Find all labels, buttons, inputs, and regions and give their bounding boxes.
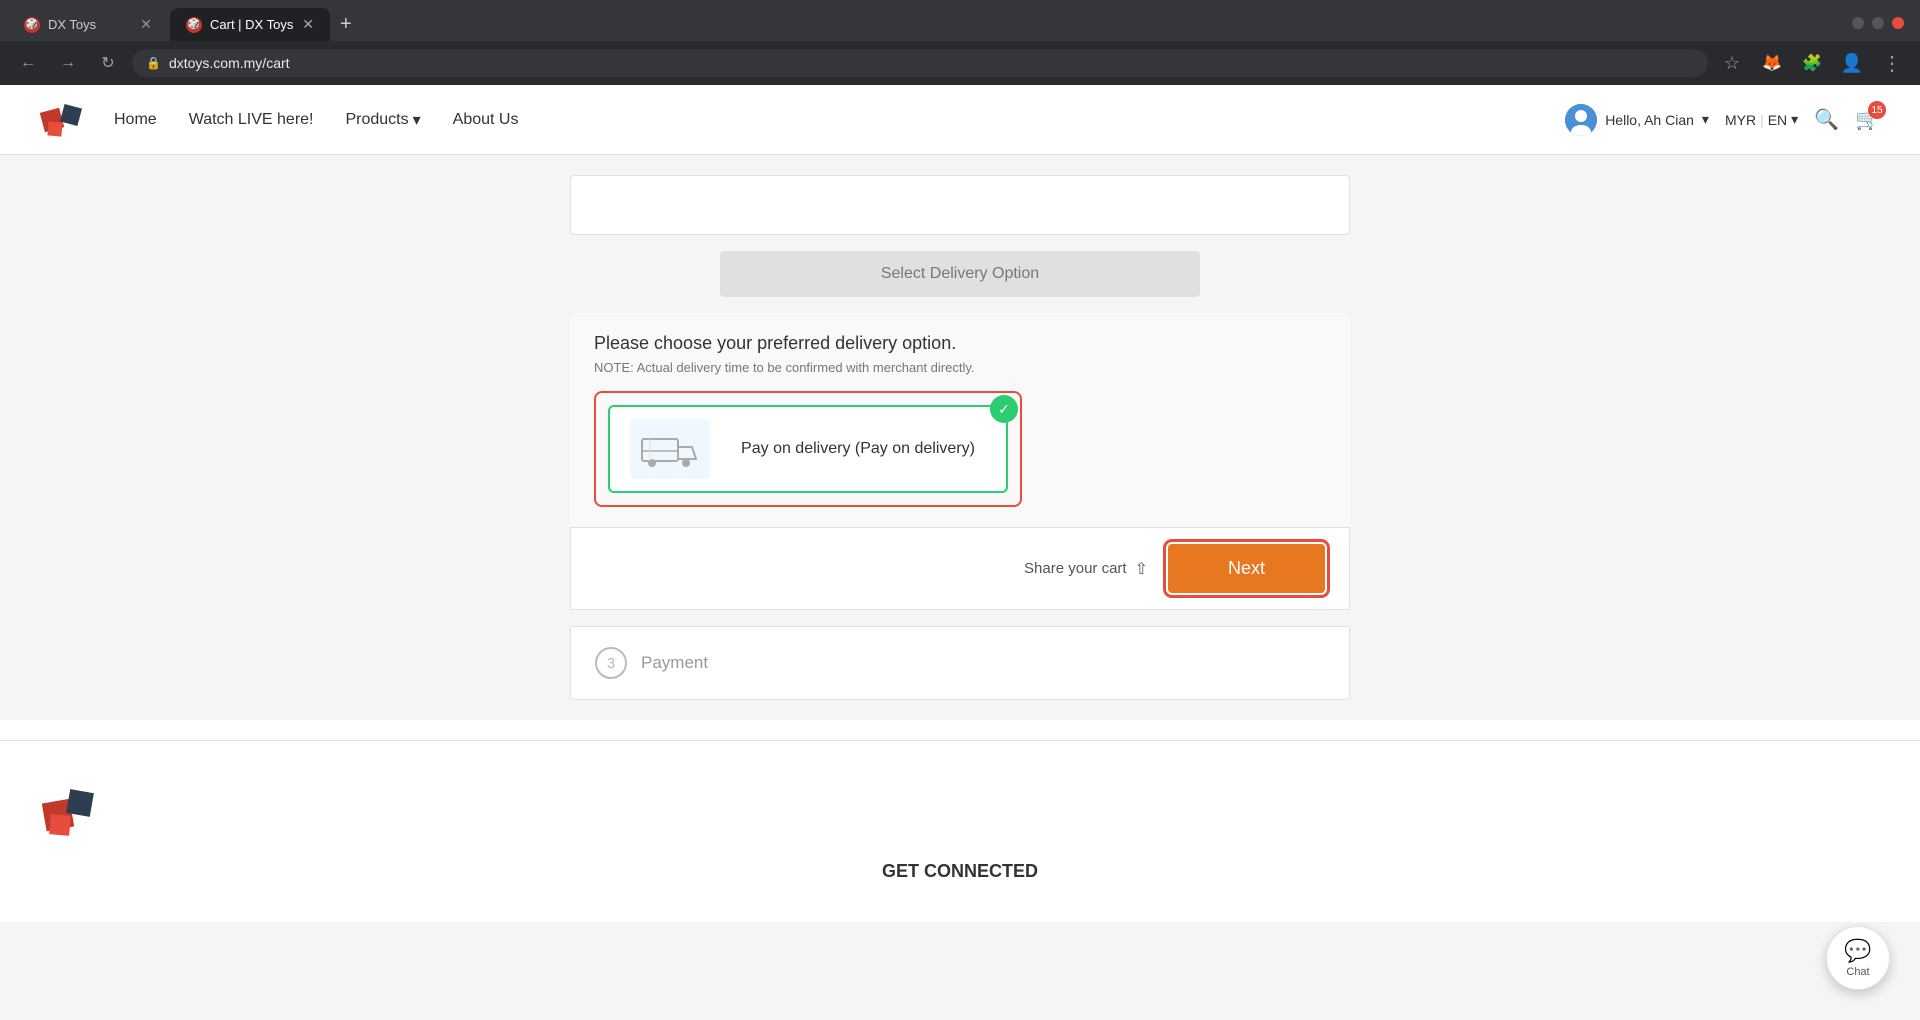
step-number-circle: 3	[595, 647, 627, 679]
chat-icon: 💬	[1844, 938, 1871, 964]
site-container: Home Watch LIVE here! Products ▾ About U…	[0, 85, 1920, 922]
tab-favicon-2: 🎲	[186, 17, 202, 33]
tab-bar: 🎲 DX Toys ✕ 🎲 Cart | DX Toys ✕ +	[0, 0, 1920, 41]
address-text: dxtoys.com.my/cart	[169, 55, 290, 71]
next-button[interactable]: Next	[1168, 544, 1325, 593]
share-icon: ⇧	[1135, 559, 1148, 579]
tab-dx-toys[interactable]: 🎲 DX Toys ✕	[8, 8, 168, 41]
site-footer: GET CONNECTED	[0, 740, 1920, 922]
lock-icon: 🔒	[146, 56, 161, 70]
user-greeting[interactable]: Hello, Ah Cian ▾	[1565, 104, 1709, 136]
lang-dropdown-icon: ▾	[1791, 111, 1798, 128]
nav-products[interactable]: Products ▾	[345, 110, 420, 130]
chevron-down-icon: ▾	[413, 110, 421, 130]
payment-step: 3 Payment	[570, 626, 1350, 700]
action-bar: Share your cart ⇧ Next	[570, 527, 1350, 610]
tab-close-1[interactable]: ✕	[140, 16, 152, 33]
toolbar-right: ☆ 🦊 🧩 👤 ⋮	[1716, 47, 1908, 79]
tab-close-2[interactable]: ✕	[302, 16, 314, 33]
search-icon: 🔍	[1814, 109, 1839, 131]
delivery-section: Please choose your preferred delivery op…	[570, 313, 1350, 527]
currency-lang[interactable]: MYR | EN ▾	[1725, 111, 1798, 128]
chat-widget[interactable]: 💬 Chat	[1826, 926, 1890, 990]
tab-favicon-1: 🎲	[24, 17, 40, 33]
delivery-option-label: Pay on delivery (Pay on delivery)	[730, 440, 986, 458]
delivery-option-card[interactable]: Pay on delivery (Pay on delivery) ✓	[608, 405, 1008, 493]
nav-products-label: Products	[345, 111, 408, 129]
tab-label-2: Cart | DX Toys	[210, 17, 293, 32]
header-right: Hello, Ah Cian ▾ MYR | EN ▾ 🔍 🛒 15	[1565, 104, 1880, 136]
top-section-box	[570, 175, 1350, 235]
share-cart[interactable]: Share your cart ⇧	[1024, 559, 1148, 579]
truck-icon	[640, 429, 700, 469]
currency-lang-divider: |	[1760, 112, 1764, 128]
footer-logo	[40, 781, 100, 841]
delivery-note: NOTE: Actual delivery time to be confirm…	[594, 360, 1326, 375]
minimize-btn[interactable]	[1852, 17, 1864, 29]
chat-label: Chat	[1846, 966, 1869, 978]
menu-icon[interactable]: ⋮	[1876, 47, 1908, 79]
currency-label: MYR	[1725, 112, 1756, 128]
payment-step-label: Payment	[641, 653, 708, 673]
maximize-btn[interactable]	[1872, 17, 1884, 29]
logo-icon	[40, 98, 84, 142]
nav-about-us[interactable]: About Us	[453, 111, 519, 129]
greeting-text: Hello, Ah Cian	[1605, 112, 1694, 128]
browser-toolbar: ← → ↻ 🔒 dxtoys.com.my/cart ☆ 🦊 🧩 👤 ⋮	[0, 41, 1920, 85]
language-label: EN	[1768, 112, 1787, 128]
share-label: Share your cart	[1024, 560, 1127, 577]
delivery-title: Please choose your preferred delivery op…	[594, 333, 1326, 354]
close-btn[interactable]	[1892, 17, 1904, 29]
site-logo[interactable]	[40, 98, 84, 142]
cart-badge: 15	[1868, 101, 1886, 119]
nav-home[interactable]: Home	[114, 111, 157, 129]
site-header: Home Watch LIVE here! Products ▾ About U…	[0, 85, 1920, 155]
main-nav: Home Watch LIVE here! Products ▾ About U…	[114, 110, 518, 130]
profile-icon[interactable]: 👤	[1836, 47, 1868, 79]
new-tab-button[interactable]: +	[332, 9, 360, 40]
nav-watch-live[interactable]: Watch LIVE here!	[189, 111, 314, 129]
extension-icon-1[interactable]: 🦊	[1756, 47, 1788, 79]
browser-chrome: 🎲 DX Toys ✕ 🎲 Cart | DX Toys ✕ + ← → ↻ 🔒…	[0, 0, 1920, 85]
forward-button[interactable]: →	[52, 47, 84, 79]
main-content: Select Delivery Option Please choose you…	[0, 155, 1920, 720]
address-bar[interactable]: 🔒 dxtoys.com.my/cart	[132, 49, 1708, 77]
checkmark-badge: ✓	[990, 395, 1018, 423]
tab-cart-dx-toys[interactable]: 🎲 Cart | DX Toys ✕	[170, 8, 330, 41]
user-dropdown-icon: ▾	[1702, 111, 1709, 128]
avatar	[1565, 104, 1597, 136]
footer-title: GET CONNECTED	[40, 861, 1880, 882]
tab-label-1: DX Toys	[48, 17, 96, 32]
extension-icon-2[interactable]: 🧩	[1796, 47, 1828, 79]
select-delivery-option-button[interactable]: Select Delivery Option	[720, 251, 1200, 297]
content-wrapper: Select Delivery Option Please choose you…	[550, 175, 1370, 700]
bookmark-icon[interactable]: ☆	[1716, 47, 1748, 79]
cart-button[interactable]: 🛒 15	[1855, 107, 1880, 132]
search-button[interactable]: 🔍	[1814, 107, 1839, 132]
delivery-option-wrapper[interactable]: Pay on delivery (Pay on delivery) ✓	[594, 391, 1022, 507]
delivery-icon	[630, 419, 710, 479]
refresh-button[interactable]: ↻	[92, 47, 124, 79]
back-button[interactable]: ←	[12, 47, 44, 79]
